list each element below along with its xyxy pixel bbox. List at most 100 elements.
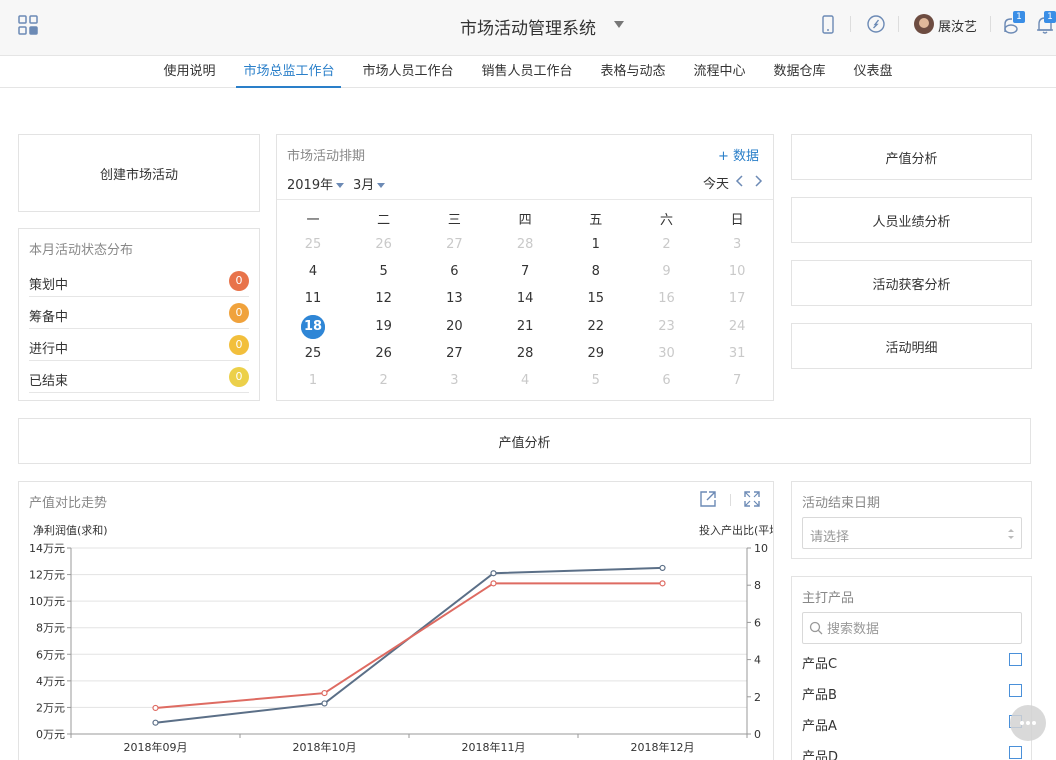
series-point-0 [659,564,666,572]
calendar-day[interactable]: 13 [419,286,489,312]
calendar-day[interactable]: 28 [490,232,560,258]
product-checkbox[interactable] [1009,653,1022,666]
divider [990,16,991,32]
analysis-link-0[interactable]: 产值分析 [791,134,1032,180]
calendar-day[interactable]: 5 [349,259,419,285]
product-option[interactable]: 产品B [802,682,1022,703]
calendar-day[interactable]: 3 [702,232,772,258]
calendar-day[interactable]: 25 [278,341,348,367]
nav-tab-2[interactable]: 市场人员工作台 [355,56,460,88]
fullscreen-icon[interactable] [743,490,761,508]
add-data-button[interactable]: + 数据 [718,145,759,164]
app-grid-icon[interactable] [18,15,38,35]
calendar-day[interactable]: 22 [561,314,631,340]
calendar-day[interactable]: 26 [349,341,419,367]
nav-tab-5[interactable]: 流程中心 [687,56,753,88]
end-date-select[interactable]: 请选择 [802,517,1022,549]
calendar-day[interactable]: 19 [349,314,419,340]
compass-icon[interactable] [866,14,886,34]
analysis-link-label: 产值分析 [885,151,938,167]
calendar-day[interactable]: 6 [632,368,702,394]
day-number: 22 [587,318,605,334]
calendar-day[interactable]: 16 [632,286,702,312]
calendar-day[interactable]: 14 [490,286,560,312]
nav-tab-4[interactable]: 表格与动态 [594,56,673,88]
calendar-day[interactable]: 30 [632,341,702,367]
product-search-input[interactable] [827,619,1015,639]
day-number: 7 [520,264,530,280]
avatar[interactable] [914,14,934,34]
nav-tab-0[interactable]: 使用说明 [156,56,222,88]
status-row[interactable]: 进行中 0 [29,330,249,361]
calendar-day[interactable]: 7 [702,368,772,394]
product-checkbox[interactable] [1009,746,1022,759]
calendar-day[interactable]: 8 [561,259,631,285]
more-options-button[interactable] [1010,705,1046,741]
y-left-tick-label: 12万元 [29,569,65,582]
nav-tab-3[interactable]: 销售人员工作台 [474,56,579,88]
analysis-link-1[interactable]: 人员业绩分析 [791,197,1032,243]
product-label: 产品C [802,657,838,672]
series-point-1 [152,704,159,712]
calendar-day[interactable]: 9 [632,259,702,285]
calendar-day[interactable]: 31 [702,341,772,367]
calendar-day[interactable]: 2 [632,232,702,258]
section-output-analysis[interactable]: 产值分析 [18,418,1031,464]
calendar-day[interactable]: 29 [561,341,631,367]
calendar-day[interactable]: 4 [490,368,560,394]
export-icon[interactable] [699,490,717,508]
analysis-link-3[interactable]: 活动明细 [791,323,1032,369]
create-activity-button[interactable]: 创建市场活动 [18,134,260,212]
calendar-day[interactable]: 25 [278,232,348,258]
y-right-tick-label: 4 [754,654,761,667]
chevron-left-icon[interactable] [733,173,747,189]
status-row[interactable]: 筹备中 0 [29,298,249,329]
product-checkbox[interactable] [1009,684,1022,697]
nav-tabs: 使用说明 市场总监工作台 市场人员工作台 销售人员工作台 表格与动态 流程中心 数据仓库 仪表… [0,56,1056,88]
calendar-day[interactable]: 3 [419,368,489,394]
calendar-day[interactable]: 23 [632,314,702,340]
calendar-day[interactable]: 1 [278,368,348,394]
calendar-day[interactable]: 15 [561,286,631,312]
calendar-day[interactable]: 10 [702,259,772,285]
chevron-right-icon[interactable] [751,173,765,189]
calendar-day[interactable]: 21 [490,314,560,340]
calendar-day[interactable]: 24 [702,314,772,340]
day-number: 11 [304,291,322,307]
year-select[interactable]: 2019年 [287,174,345,193]
calendar-day[interactable]: 11 [278,286,348,312]
user-name[interactable]: 展汝艺 [938,16,977,35]
calendar-day[interactable]: 2 [349,368,419,394]
calendar-day[interactable]: 1 [561,232,631,258]
product-option[interactable]: 产品D [802,744,1022,760]
calendar-day-today[interactable]: 18 [278,314,348,340]
calendar-day[interactable]: 20 [419,314,489,340]
nav-tab-7[interactable]: 仪表盘 [847,56,900,88]
product-option[interactable]: 产品C [802,651,1022,672]
calendar-day[interactable]: 27 [419,341,489,367]
today-button[interactable]: 今天 [703,173,729,192]
calendar-day[interactable]: 5 [561,368,631,394]
calendar-day[interactable]: 4 [278,259,348,285]
nav-tab-1[interactable]: 市场总监工作台 [236,56,342,88]
calendar-day[interactable]: 28 [490,341,560,367]
bell-icon[interactable]: 1 [1034,11,1056,36]
calendar-day[interactable]: 27 [419,232,489,258]
product-search-field[interactable] [802,612,1022,644]
calendar-day[interactable]: 6 [419,259,489,285]
calendar-day[interactable]: 7 [490,259,560,285]
calendar-day[interactable]: 12 [349,286,419,312]
status-row[interactable]: 策划中 0 [29,266,249,297]
day-number: 28 [516,345,534,361]
day-number: 20 [446,318,463,334]
analysis-link-2[interactable]: 活动获客分析 [791,260,1032,306]
nav-tab-6[interactable]: 数据仓库 [767,56,833,88]
product-option[interactable]: 产品A [802,713,1022,734]
mobile-icon[interactable] [818,14,838,36]
calendar-day[interactable]: 17 [702,286,772,312]
calendar-day[interactable]: 26 [349,232,419,258]
title-dropdown-icon[interactable] [614,21,624,28]
status-row[interactable]: 已结束 0 [29,362,249,393]
message-icon[interactable]: 1 [1002,11,1025,36]
month-select[interactable]: 3月 [353,174,386,193]
